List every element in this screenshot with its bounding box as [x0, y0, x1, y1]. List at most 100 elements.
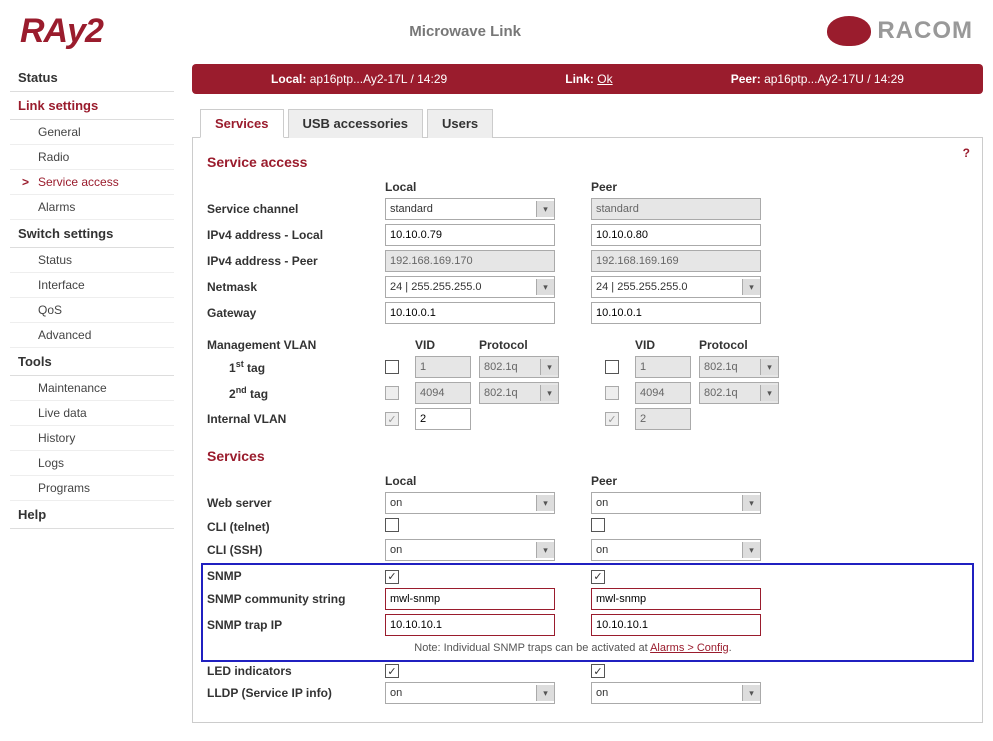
tag1-peer-vid: [635, 356, 691, 378]
internal-vlan-peer-vid: [635, 408, 691, 430]
nav-group-status[interactable]: Status: [10, 64, 174, 92]
col-vid-peer: VID: [635, 338, 691, 352]
web-server-peer[interactable]: on▾: [591, 492, 761, 514]
tag1-local-checkbox[interactable]: [385, 360, 399, 374]
tag2-local-protocol: 802.1q▾: [479, 382, 559, 404]
snmp-highlight: SNMP ✓ ✓ SNMP community string SNMP trap…: [201, 563, 974, 662]
nav-item-alarms[interactable]: Alarms: [10, 195, 174, 220]
status-link-label: Link:: [565, 72, 594, 86]
snmp-community-local[interactable]: [385, 588, 555, 610]
nav-item-interface[interactable]: Interface: [10, 273, 174, 298]
nav-item-advanced[interactable]: Advanced: [10, 323, 174, 348]
internal-vlan-local-vid[interactable]: [415, 408, 471, 430]
nav-item-logs[interactable]: Logs: [10, 451, 174, 476]
ipv4-local-peer[interactable]: [591, 224, 761, 246]
tag2-peer-checkbox: [605, 386, 619, 400]
col-peer-2: Peer: [591, 474, 761, 488]
gateway-local[interactable]: [385, 302, 555, 324]
row-snmp-trap: SNMP trap IP: [207, 618, 377, 632]
status-peer-label: Peer:: [731, 72, 761, 86]
nav-group-help[interactable]: Help: [10, 501, 174, 529]
tab-services[interactable]: Services: [200, 109, 284, 138]
tag2-local-vid: [415, 382, 471, 404]
chevron-down-icon: ▾: [536, 201, 554, 217]
nav-group-switch-settings[interactable]: Switch settings: [10, 220, 174, 248]
tab-users[interactable]: Users: [427, 109, 493, 138]
ipv4-peer-peer: [591, 250, 761, 272]
nav-item-maintenance[interactable]: Maintenance: [10, 376, 174, 401]
col-vid-local: VID: [415, 338, 471, 352]
sidebar: Status Link settings General Radio Servi…: [10, 64, 174, 723]
help-icon[interactable]: ?: [963, 146, 970, 160]
internal-vlan-local-checkbox: ✓: [385, 412, 399, 426]
chevron-down-icon: ▾: [540, 359, 558, 375]
nav-item-radio[interactable]: Radio: [10, 145, 174, 170]
chevron-down-icon: ▾: [742, 279, 760, 295]
vendor-logo-icon: [827, 16, 871, 46]
row-service-channel: Service channel: [207, 202, 377, 216]
led-peer-checkbox[interactable]: ✓: [591, 664, 605, 678]
service-channel-local[interactable]: standard▾: [385, 198, 555, 220]
row-snmp-community: SNMP community string: [207, 592, 377, 606]
tag1-peer-protocol: 802.1q▾: [699, 356, 779, 378]
chevron-down-icon: ▾: [536, 685, 554, 701]
row-management-vlan: Management VLAN: [207, 338, 377, 352]
col-local: Local: [385, 180, 555, 194]
cli-ssh-peer[interactable]: on▾: [591, 539, 761, 561]
row-cli-ssh: CLI (SSH): [207, 543, 377, 557]
status-local-label: Local:: [271, 72, 306, 86]
nav-item-programs[interactable]: Programs: [10, 476, 174, 501]
cli-telnet-local-checkbox[interactable]: [385, 518, 399, 532]
tag1-local-protocol: 802.1q▾: [479, 356, 559, 378]
col-protocol-peer: Protocol: [699, 338, 779, 352]
snmp-community-peer[interactable]: [591, 588, 761, 610]
col-peer: Peer: [591, 180, 761, 194]
nav-item-live-data[interactable]: Live data: [10, 401, 174, 426]
row-led-indicators: LED indicators: [207, 664, 377, 678]
netmask-local[interactable]: 24 | 255.255.255.0▾: [385, 276, 555, 298]
chevron-down-icon: ▾: [742, 685, 760, 701]
gateway-peer[interactable]: [591, 302, 761, 324]
row-cli-telnet: CLI (telnet): [207, 520, 377, 534]
row-1st-tag: 1st tag: [207, 359, 377, 375]
nav-item-qos[interactable]: QoS: [10, 298, 174, 323]
snmp-local-checkbox[interactable]: ✓: [385, 570, 399, 584]
nav-item-service-access[interactable]: Service access: [10, 170, 174, 195]
nav-group-tools[interactable]: Tools: [10, 348, 174, 376]
chevron-down-icon: ▾: [760, 359, 778, 375]
row-ipv4-local: IPv4 address - Local: [207, 228, 377, 242]
led-local-checkbox[interactable]: ✓: [385, 664, 399, 678]
cli-telnet-peer-checkbox[interactable]: [591, 518, 605, 532]
row-lldp: LLDP (Service IP info): [207, 686, 377, 700]
chevron-down-icon: ▾: [536, 495, 554, 511]
service-channel-peer: [591, 198, 761, 220]
snmp-peer-checkbox[interactable]: ✓: [591, 570, 605, 584]
web-server-local[interactable]: on▾: [385, 492, 555, 514]
row-2nd-tag: 2nd tag: [207, 385, 377, 401]
ipv4-local-local[interactable]: [385, 224, 555, 246]
nav-item-general[interactable]: General: [10, 120, 174, 145]
snmp-trap-peer[interactable]: [591, 614, 761, 636]
snmp-note-link[interactable]: Alarms > Config: [650, 642, 729, 654]
status-bar: Local: ap16ptp...Ay2-17L / 14:29 Link: O…: [192, 64, 983, 94]
tab-usb-accessories[interactable]: USB accessories: [288, 109, 424, 138]
lldp-local[interactable]: on▾: [385, 682, 555, 704]
vendor-logo: RACOM: [827, 16, 973, 46]
row-ipv4-peer: IPv4 address - Peer: [207, 254, 377, 268]
chevron-down-icon: ▾: [536, 279, 554, 295]
netmask-peer[interactable]: 24 | 255.255.255.0▾: [591, 276, 761, 298]
tag1-peer-checkbox[interactable]: [605, 360, 619, 374]
row-gateway: Gateway: [207, 306, 377, 320]
nav-group-link-settings[interactable]: Link settings: [10, 92, 174, 120]
tag2-peer-protocol: 802.1q▾: [699, 382, 779, 404]
nav-item-switch-status[interactable]: Status: [10, 248, 174, 273]
chevron-down-icon: ▾: [540, 385, 558, 401]
chevron-down-icon: ▾: [742, 542, 760, 558]
snmp-trap-local[interactable]: [385, 614, 555, 636]
internal-vlan-peer-checkbox: ✓: [605, 412, 619, 426]
snmp-note: Note: Individual SNMP traps can be activ…: [385, 640, 761, 654]
status-link-value[interactable]: Ok: [597, 72, 612, 86]
lldp-peer[interactable]: on▾: [591, 682, 761, 704]
cli-ssh-local[interactable]: on▾: [385, 539, 555, 561]
nav-item-history[interactable]: History: [10, 426, 174, 451]
